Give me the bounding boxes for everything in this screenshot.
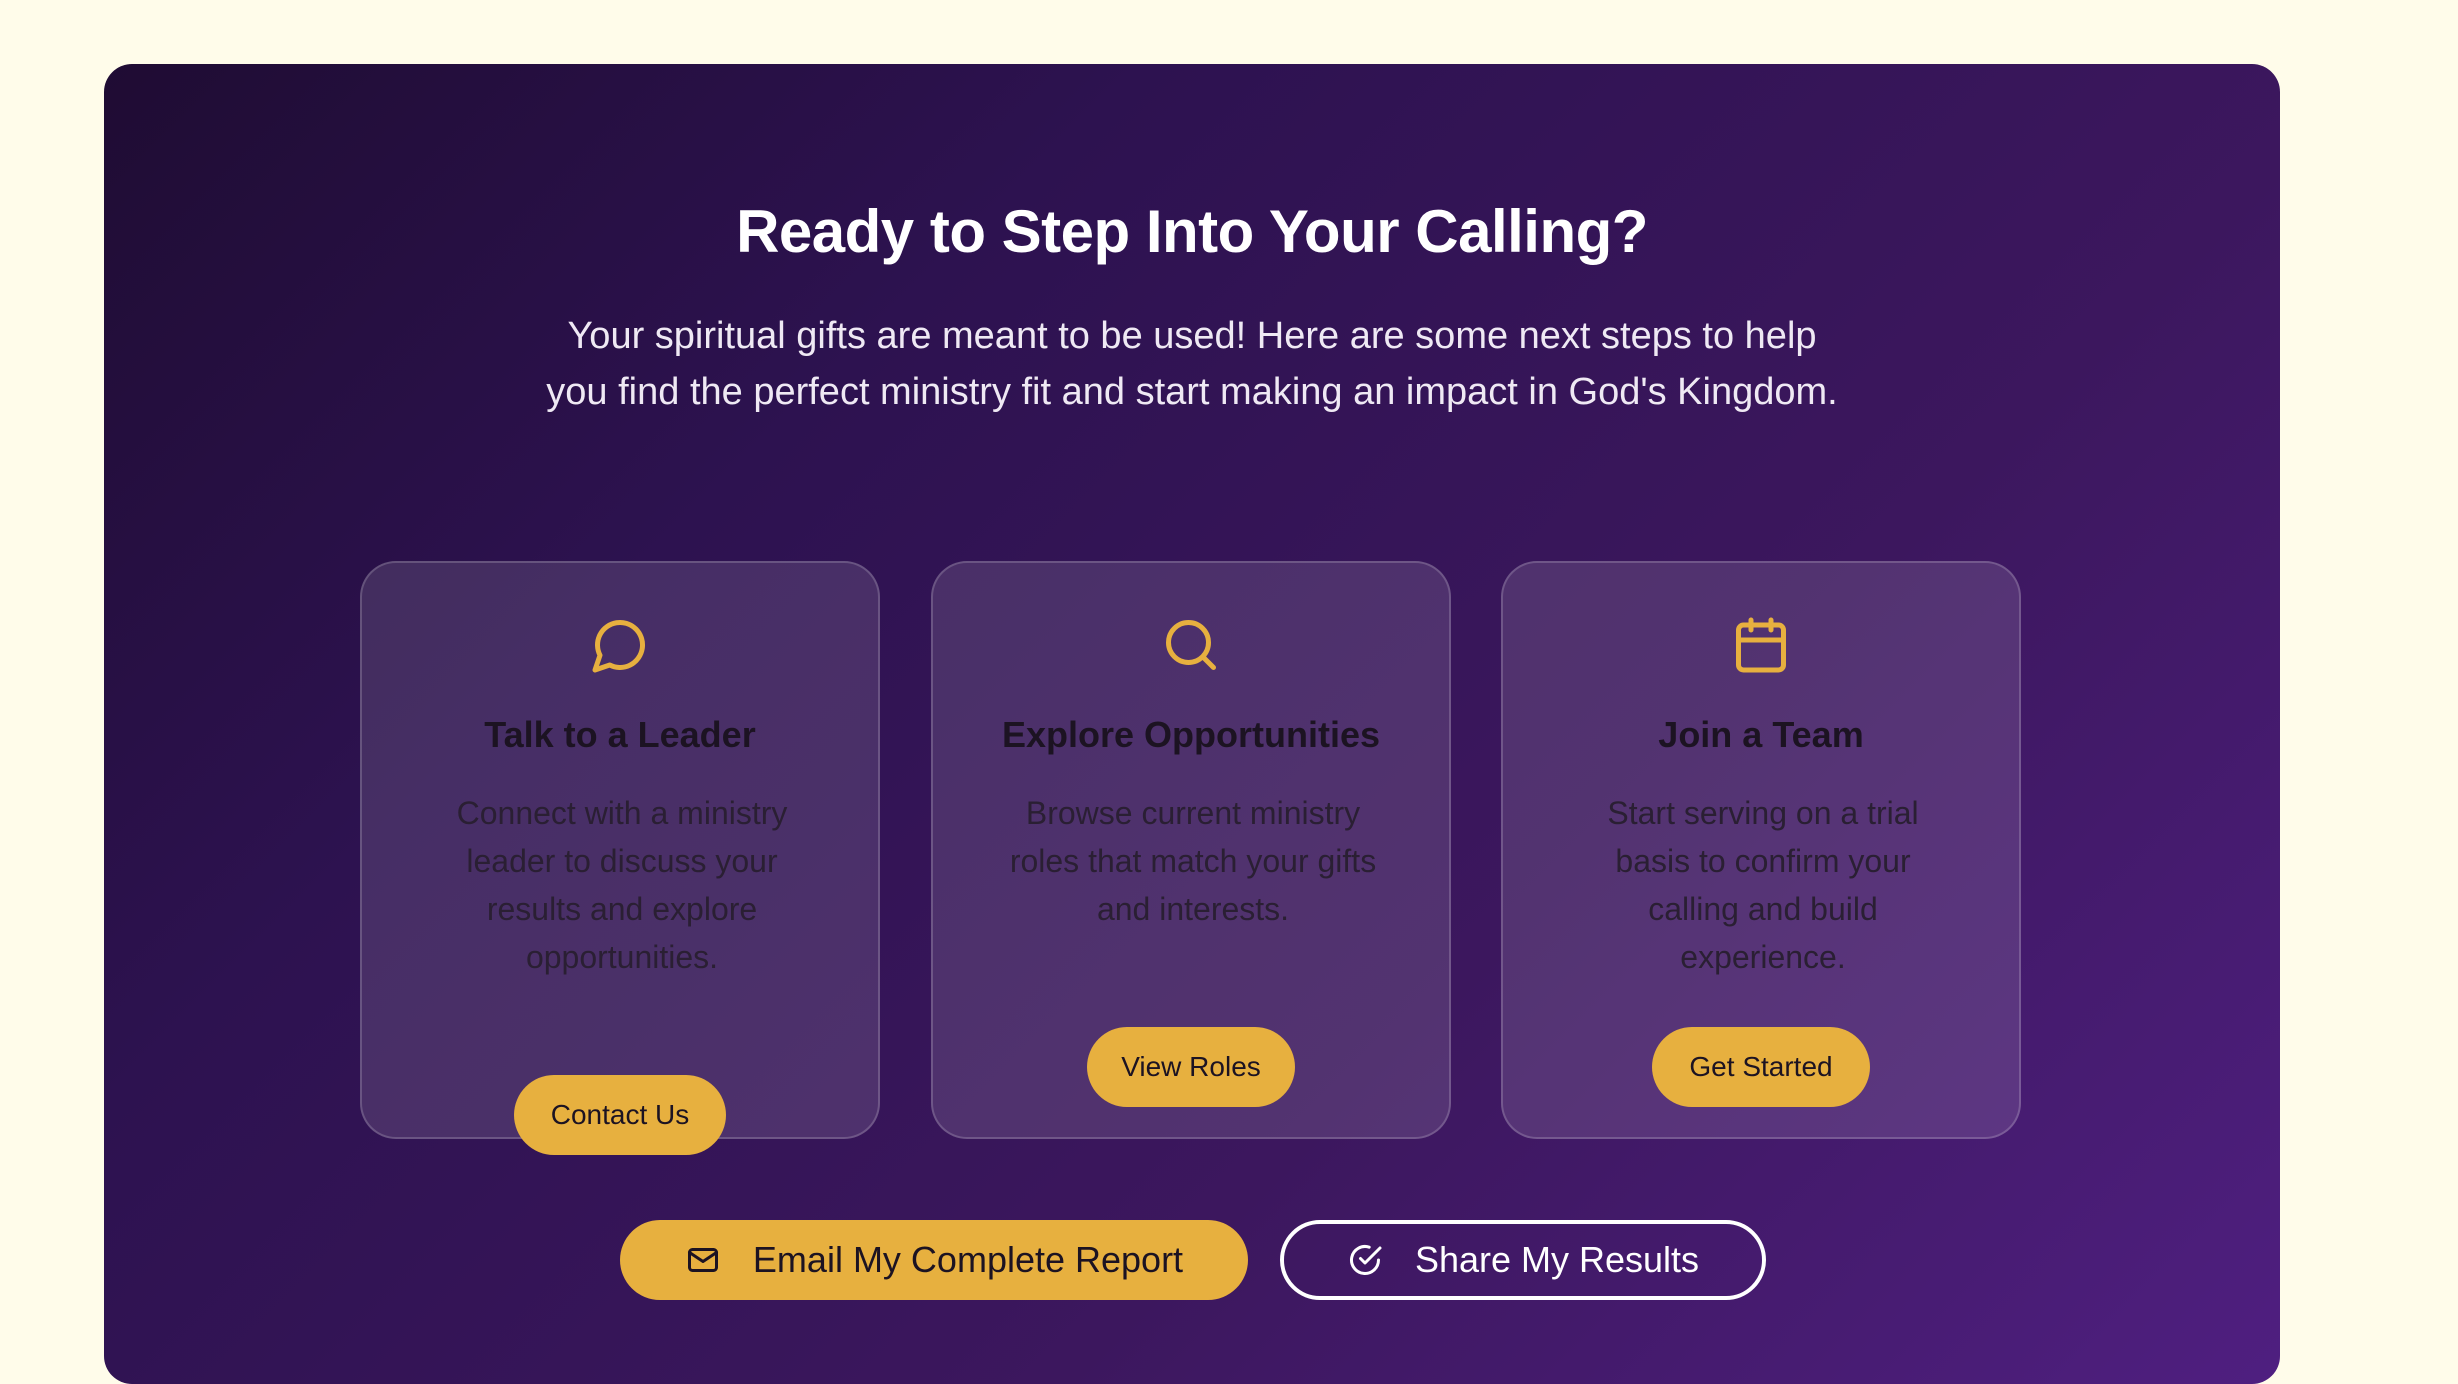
contact-us-button[interactable]: Contact Us bbox=[514, 1075, 726, 1155]
cta-panel: Ready to Step Into Your Calling? Your sp… bbox=[104, 64, 2280, 1384]
share-results-button[interactable]: Share My Results bbox=[1280, 1220, 1766, 1300]
card-talk-to-leader: Talk to a Leader Connect with a ministry… bbox=[360, 561, 880, 1155]
check-circle-icon bbox=[1349, 1245, 1382, 1275]
view-roles-button[interactable]: View Roles bbox=[1087, 1027, 1295, 1107]
card-description: Connect with a ministry leader to discus… bbox=[456, 795, 788, 975]
card-description: Browse current ministry roles that match… bbox=[1009, 795, 1377, 927]
card-title: Explore Opportunities bbox=[1001, 714, 1381, 755]
card-description: Start serving on a trial basis to confir… bbox=[1607, 795, 1919, 975]
card-title: Join a Team bbox=[1658, 714, 1864, 755]
email-report-button[interactable]: Email My Complete Report bbox=[620, 1220, 1248, 1300]
search-icon bbox=[1161, 615, 1221, 675]
get-started-button[interactable]: Get Started bbox=[1652, 1027, 1870, 1107]
card-title: Talk to a Leader bbox=[484, 714, 756, 755]
mail-icon bbox=[687, 1248, 718, 1272]
card-explore-opportunities: Explore Opportunities Browse current min… bbox=[931, 561, 1451, 1139]
chat-bubble-icon bbox=[590, 615, 650, 675]
share-results-label: Share My Results bbox=[1414, 1239, 1700, 1280]
card-join-a-team: Join a Team Start serving on a trial bas… bbox=[1501, 561, 2021, 1139]
calendar-icon bbox=[1731, 615, 1791, 675]
cta-title: Ready to Step Into Your Calling? bbox=[736, 198, 1648, 265]
cta-subtitle: Your spiritual gifts are meant to be use… bbox=[546, 315, 1838, 413]
email-report-label: Email My Complete Report bbox=[752, 1239, 1184, 1280]
